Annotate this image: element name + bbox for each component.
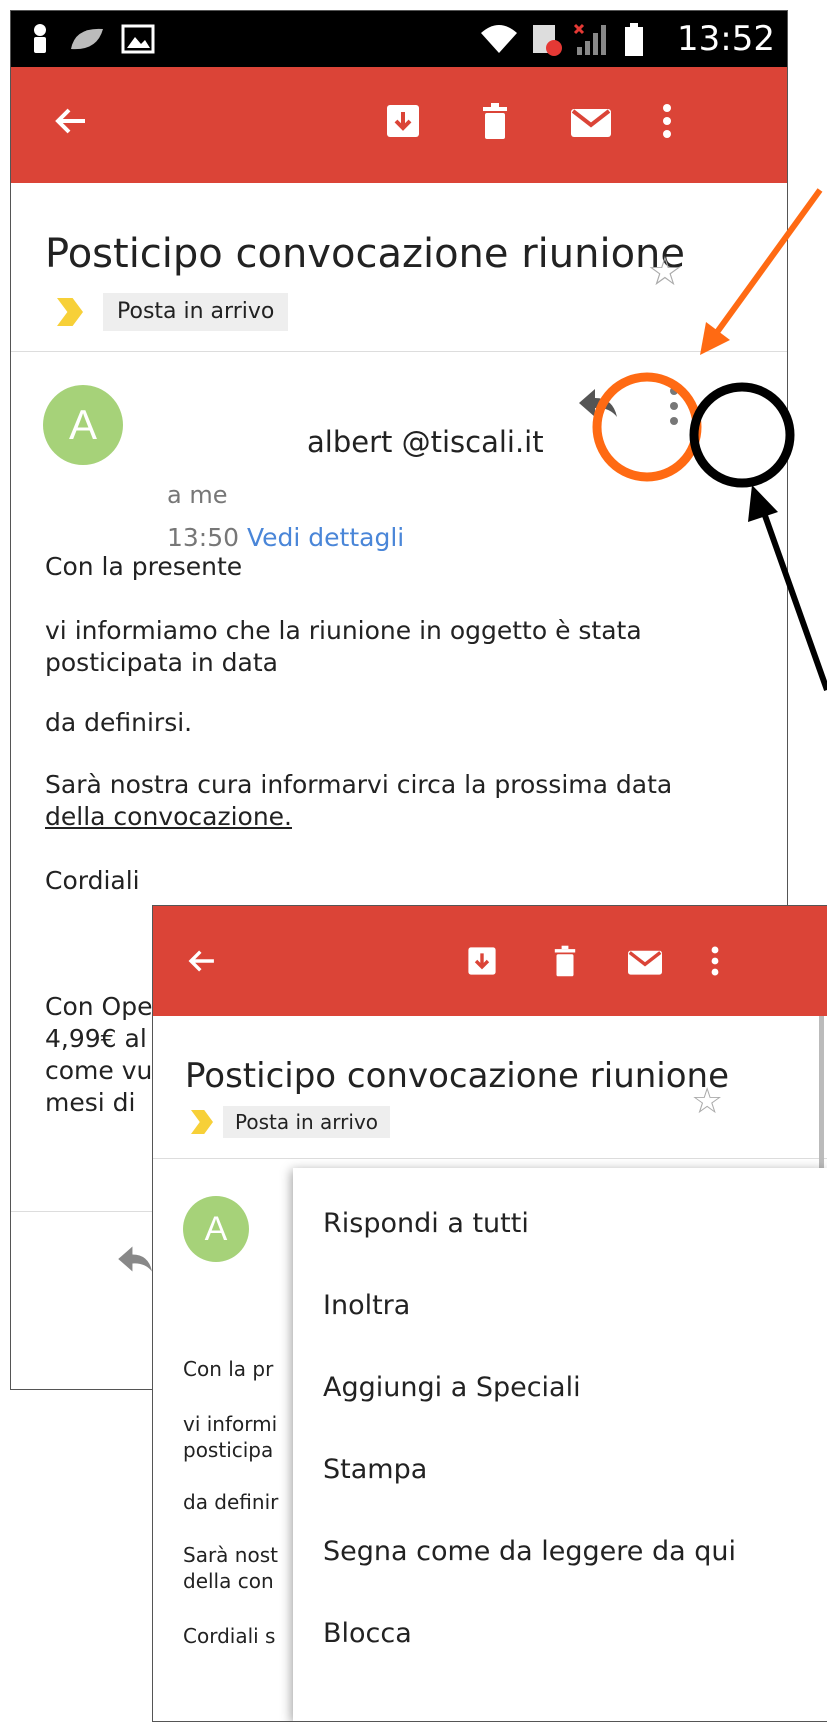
menu-item-reply-all[interactable]: Rispondi a tutti [323,1208,529,1239]
menu-item-add-star[interactable]: Aggiungi a Speciali [323,1372,581,1403]
body-line: da definir [183,1490,279,1514]
message-time: 13:50 [167,523,240,552]
star-icon[interactable]: ☆ [647,249,683,295]
mark-unread-icon[interactable] [569,101,613,141]
reply-icon[interactable] [577,385,621,421]
body-line: Con la presente [45,552,243,581]
divider [153,1158,827,1159]
more-vert-icon[interactable] [659,101,675,141]
menu-item-mark-unread-from-here[interactable]: Segna come da leggere da qui [323,1536,736,1567]
body-line: vi informiamo che la riunione in oggetto… [45,616,642,645]
archive-icon[interactable] [465,944,499,978]
recipient-text: a me [167,481,228,509]
person-icon [34,24,46,53]
body-line: posticipata in data [45,648,278,677]
email-subject: Posticipo convocazione riunione [45,231,686,277]
sim-icon [533,25,562,56]
status-bar: 13:52 [11,11,787,67]
label-chevron-icon [191,1110,213,1134]
body-line: Sarà nostra cura informarvi circa la pro… [45,770,673,799]
leaf-icon [71,28,103,50]
message-meta: 13:50 Vedi dettagli [167,523,404,552]
email-subject: Posticipo convocazione riunione [185,1056,730,1096]
more-vert-icon[interactable] [708,944,722,978]
label-chevron-icon [57,298,83,326]
body-line: Cordiali [45,866,140,895]
back-arrow-icon[interactable] [51,101,91,141]
mark-unread-icon[interactable] [626,944,664,978]
sender-address: albert @tiscali.it [307,425,544,459]
image-icon [121,24,155,54]
avatar[interactable]: A [43,385,123,465]
star-icon[interactable]: ☆ [691,1081,723,1122]
body-line: vi informi [183,1412,278,1436]
signal-icon [573,23,606,55]
body-line: Cordiali s [183,1624,276,1648]
gmail-screenshot-menu-open: Posticipo convocazione riunione Posta in… [152,905,827,1722]
status-time: 13:52 [677,19,775,59]
app-bar [153,906,827,1016]
menu-item-forward[interactable]: Inoltra [323,1290,410,1321]
app-bar [11,67,787,183]
menu-item-print[interactable]: Stampa [323,1454,427,1485]
divider [11,351,787,352]
label-chip[interactable]: Posta in arrivo [223,1106,391,1138]
more-vert-icon[interactable] [666,383,682,429]
reply-icon[interactable] [116,1243,156,1275]
battery-icon [625,23,643,56]
menu-item-block[interactable]: Blocca [323,1618,412,1649]
body-line: Sarà nost [183,1543,278,1567]
body-line: della con [183,1569,274,1593]
details-link[interactable]: Vedi dettagli [247,523,404,552]
archive-icon[interactable] [383,101,423,141]
delete-icon[interactable] [548,944,582,978]
overflow-menu: Rispondi a tutti Inoltra Aggiungi a Spec… [293,1168,827,1721]
body-line: posticipa [183,1438,274,1462]
avatar[interactable]: A [183,1196,249,1262]
back-arrow-icon[interactable] [185,944,219,978]
delete-icon[interactable] [475,101,515,141]
body-line: della convocazione. [45,802,292,831]
body-line: Con la pr [183,1357,274,1381]
label-chip[interactable]: Posta in arrivo [103,293,289,331]
body-line: da definirsi. [45,708,193,737]
wifi-icon [481,25,517,53]
